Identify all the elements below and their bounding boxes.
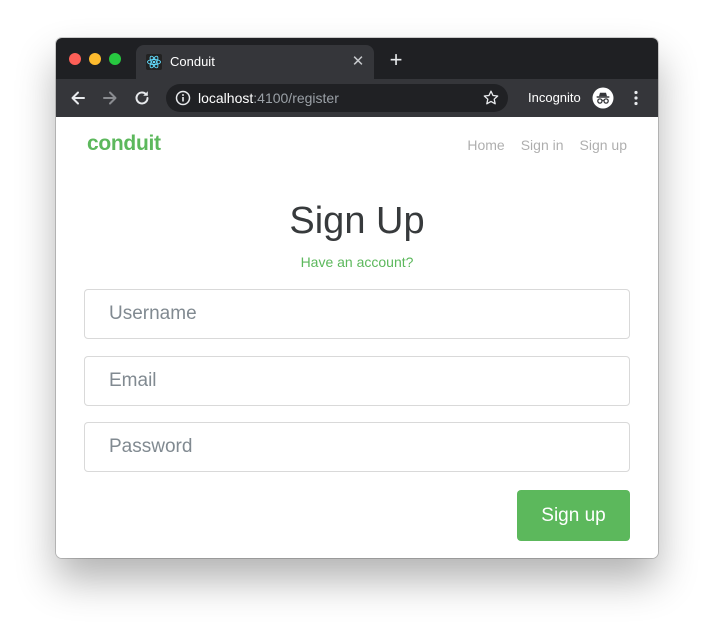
address-bar[interactable]: localhost:4100/register	[166, 84, 508, 112]
star-icon[interactable]	[482, 89, 500, 107]
back-arrow-icon[interactable]	[68, 88, 88, 108]
tab-title: Conduit	[170, 54, 215, 69]
page-title: Sign Up	[289, 200, 425, 242]
url-host: localhost	[198, 90, 254, 106]
incognito-icon[interactable]	[592, 87, 614, 109]
have-account-link[interactable]: Have an account?	[301, 254, 414, 270]
nav-link-sign-in[interactable]: Sign in	[521, 136, 564, 154]
password-input[interactable]	[84, 422, 630, 472]
incognito-label: Incognito	[528, 90, 581, 105]
plus-icon[interactable]: +	[386, 49, 406, 71]
reload-icon[interactable]	[132, 88, 152, 108]
page-content: conduit Home Sign in Sign up Sign Up Hav…	[56, 117, 658, 558]
sign-up-button[interactable]: Sign up	[517, 490, 630, 541]
close-icon[interactable]: ✕	[350, 54, 366, 70]
info-icon[interactable]	[175, 90, 191, 106]
react-favicon-icon	[146, 54, 162, 70]
maximize-window-button[interactable]	[109, 53, 121, 65]
username-input[interactable]	[84, 289, 630, 339]
tab-conduit[interactable]: Conduit ✕	[136, 45, 374, 79]
forward-arrow-icon[interactable]	[100, 88, 120, 108]
browser-window: Conduit ✕ + localhost:4100/register Inco…	[56, 38, 658, 558]
brand-logo[interactable]: conduit	[87, 131, 161, 157]
main-nav: Home Sign in Sign up	[467, 136, 627, 154]
url-path: :4100/register	[253, 90, 339, 106]
more-vert-icon[interactable]	[630, 89, 642, 107]
minimize-window-button[interactable]	[89, 53, 101, 65]
browser-toolbar: localhost:4100/register Incognito	[56, 79, 658, 117]
email-input[interactable]	[84, 356, 630, 406]
nav-link-sign-up[interactable]: Sign up	[580, 136, 627, 154]
close-window-button[interactable]	[69, 53, 81, 65]
have-account-row: Have an account?	[56, 253, 658, 272]
url-text: localhost:4100/register	[198, 90, 339, 106]
title-bar: Conduit ✕ +	[56, 38, 658, 79]
nav-link-home[interactable]: Home	[467, 136, 504, 154]
